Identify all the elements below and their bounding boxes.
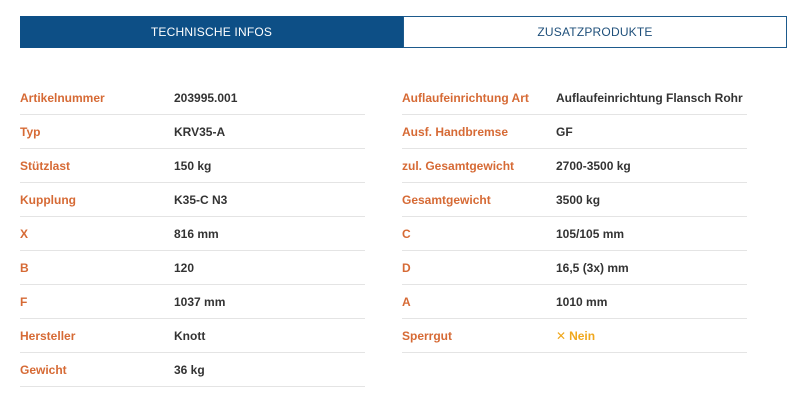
spec-value-status: ✕ Nein	[556, 319, 595, 353]
spec-value: K35-C N3	[174, 193, 228, 207]
tab-technical-info-label: TECHNISCHE INFOS	[150, 25, 273, 39]
spec-label: Typ	[20, 125, 41, 139]
spec-value: 16,5 (3x) mm	[556, 261, 629, 275]
spec-row-support-load: Stützlast 150 kg	[20, 149, 365, 183]
spec-value: 150 kg	[174, 159, 212, 173]
spec-value: Knott	[174, 329, 206, 343]
spec-label: zul. Gesamtgewicht	[402, 159, 515, 173]
tab-accessories-label: ZUSATZPRODUKTE	[537, 25, 653, 39]
spec-label: Gewicht	[20, 363, 67, 377]
spec-row-b: B 120	[20, 251, 365, 285]
cross-icon: ✕	[556, 329, 567, 343]
spec-value: 3500 kg	[556, 193, 601, 207]
spec-row-bulky-goods: Sperrgut ✕ Nein	[402, 319, 747, 353]
spec-label: Stützlast	[20, 159, 71, 173]
spec-row-x: X 816 mm	[20, 217, 365, 251]
product-specs-page: TECHNISCHE INFOS ZUSATZPRODUKTE Artikeln…	[0, 0, 800, 419]
spec-row-weight: Gewicht 36 kg	[20, 353, 365, 387]
spec-value: 1037 mm	[174, 295, 226, 309]
spec-value: 2700-3500 kg	[556, 159, 631, 173]
tab-technical-info[interactable]: TECHNISCHE INFOS	[20, 16, 403, 48]
spec-value: 203995.001	[174, 91, 238, 105]
spec-label: B	[20, 261, 29, 275]
spec-value: KRV35-A	[174, 125, 226, 139]
spec-label: Ausf. Handbremse	[402, 125, 509, 139]
spec-table-right: Auflaufeinrichtung Art Auflaufeinrichtun…	[402, 81, 747, 353]
spec-label: C	[402, 227, 411, 241]
spec-value: 816 mm	[174, 227, 219, 241]
spec-row-manufacturer: Hersteller Knott	[20, 319, 365, 353]
spec-value: GF	[556, 125, 573, 139]
spec-value: 120	[174, 261, 195, 275]
spec-value: 105/105 mm	[556, 227, 625, 241]
spec-row-f: F 1037 mm	[20, 285, 365, 319]
spec-row-permissible-total-weight: zul. Gesamtgewicht 2700-3500 kg	[402, 149, 747, 183]
spec-label: Auflaufeinrichtung Art	[402, 91, 529, 105]
spec-label: X	[20, 227, 29, 241]
spec-label: Gesamtgewicht	[402, 193, 491, 207]
spec-value: Auflaufeinrichtung Flansch Rohr	[556, 91, 743, 105]
spec-value: 36 kg	[174, 363, 205, 377]
spec-row-handbrake: Ausf. Handbremse GF	[402, 115, 747, 149]
spec-label: A	[402, 295, 411, 309]
spec-row-article-number: Artikelnummer 203995.001	[20, 81, 365, 115]
spec-row-coupling: Kupplung K35-C N3	[20, 183, 365, 217]
spec-row-type: Typ KRV35-A	[20, 115, 365, 149]
spec-table-left: Artikelnummer 203995.001 Typ KRV35-A Stü…	[20, 81, 365, 387]
spec-label: Sperrgut	[402, 329, 453, 343]
spec-label: D	[402, 261, 411, 275]
spec-row-a: A 1010 mm	[402, 285, 747, 319]
spec-row-d: D 16,5 (3x) mm	[402, 251, 747, 285]
spec-row-c: C 105/105 mm	[402, 217, 747, 251]
spec-label: Kupplung	[20, 193, 76, 207]
spec-label: F	[20, 295, 28, 309]
spec-row-overrun-device-type: Auflaufeinrichtung Art Auflaufeinrichtun…	[402, 81, 747, 115]
spec-row-total-weight: Gesamtgewicht 3500 kg	[402, 183, 747, 217]
tab-accessories[interactable]: ZUSATZPRODUKTE	[403, 16, 787, 48]
spec-label: Hersteller	[20, 329, 76, 343]
spec-label: Artikelnummer	[20, 91, 105, 105]
spec-value: 1010 mm	[556, 295, 608, 309]
status-text: Nein	[569, 329, 596, 343]
tab-bar: TECHNISCHE INFOS ZUSATZPRODUKTE	[20, 16, 787, 48]
